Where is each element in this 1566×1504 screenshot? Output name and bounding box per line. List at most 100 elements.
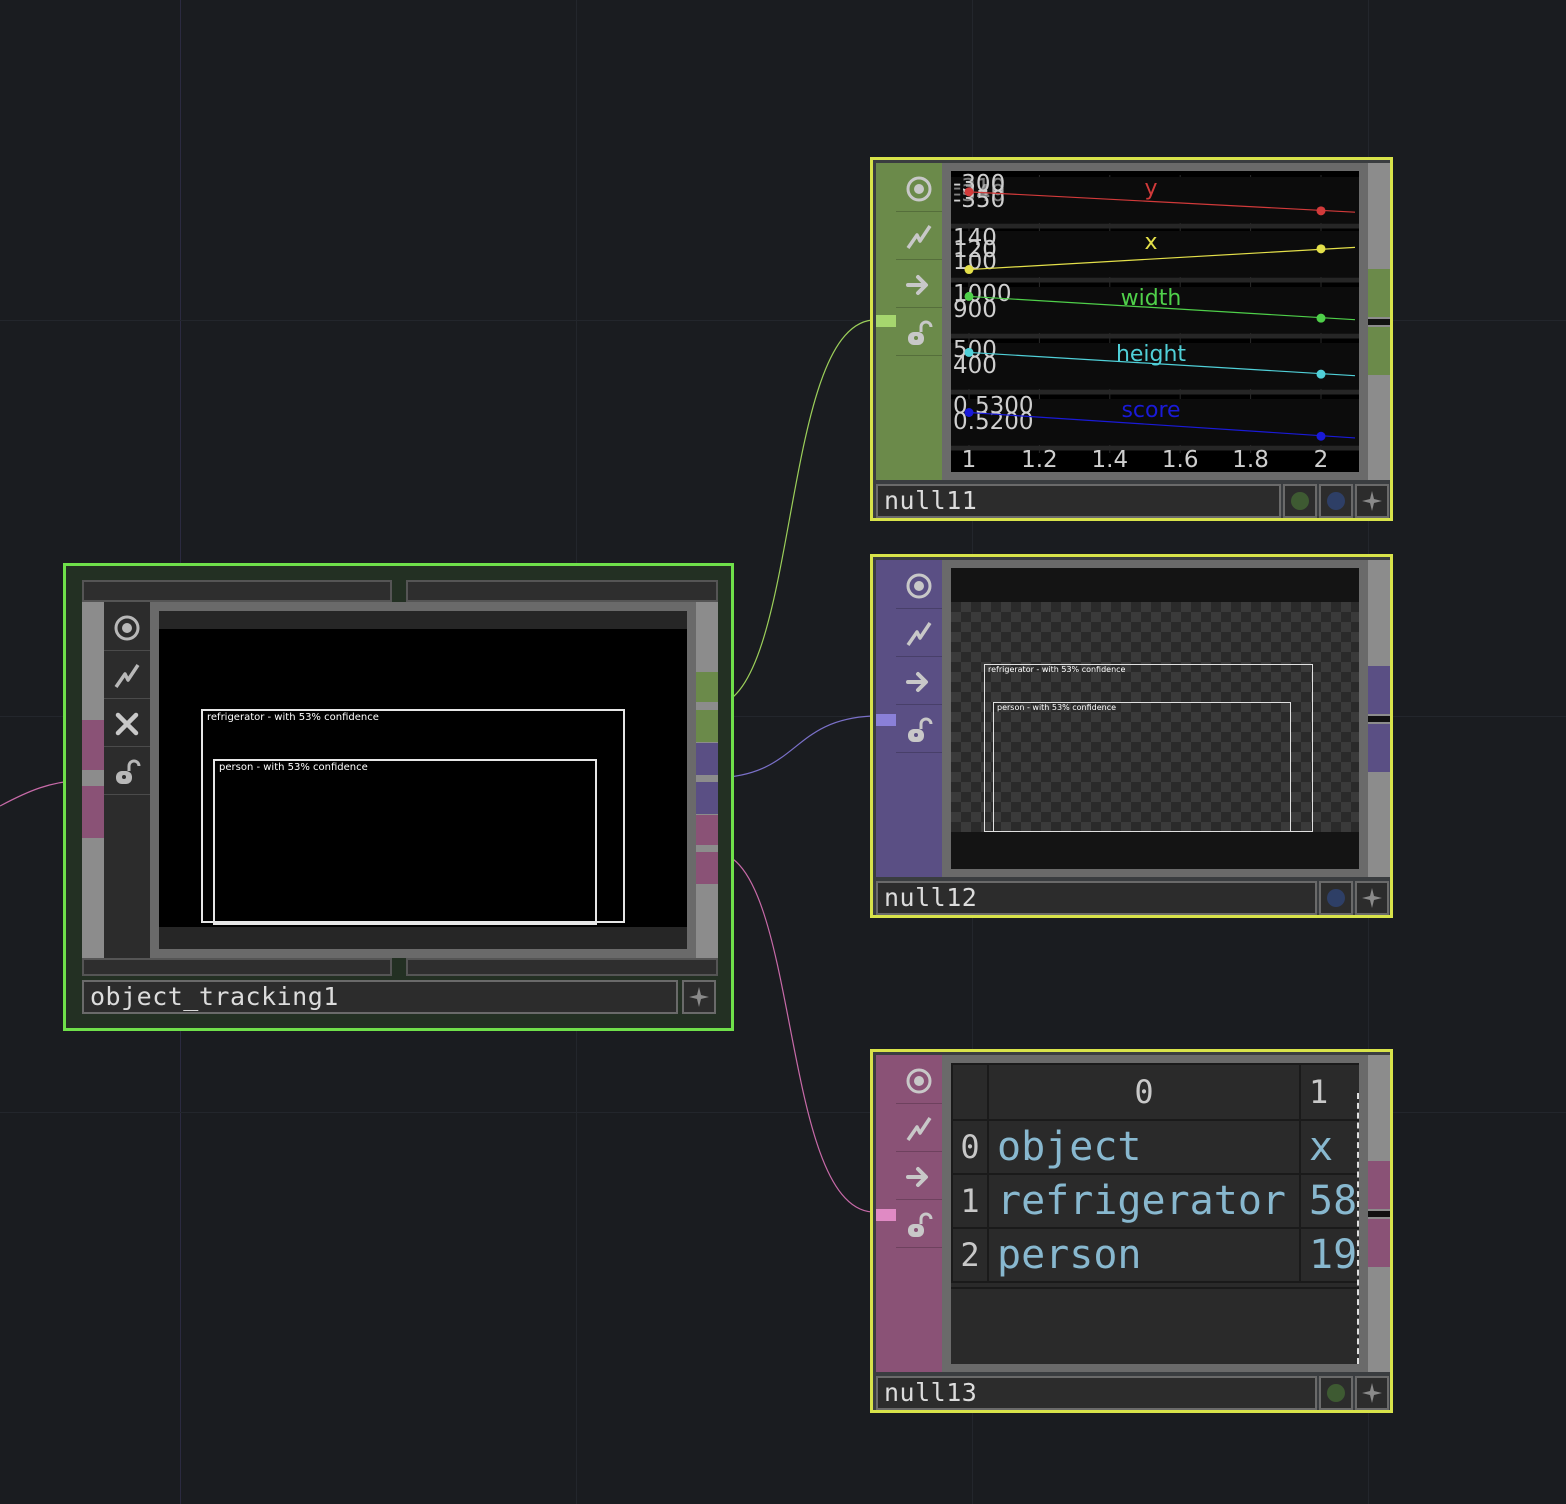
- table-cell[interactable]: person: [987, 1227, 1301, 1283]
- operator-name[interactable]: null12: [876, 881, 1317, 915]
- bypass-button[interactable]: [896, 214, 942, 260]
- operator-name[interactable]: object_tracking1: [82, 980, 678, 1014]
- viewer-top[interactable]: refrigerator - with 53% confidence perso…: [951, 568, 1359, 869]
- output-rail: [1368, 560, 1390, 877]
- output-divider: [1368, 716, 1390, 722]
- data-point: [1316, 369, 1326, 379]
- bypass-button[interactable]: [896, 611, 942, 657]
- bypass-button[interactable]: [896, 1106, 942, 1152]
- table-cell[interactable]: 19: [1299, 1227, 1359, 1283]
- input-connector[interactable]: [82, 720, 104, 770]
- viewer-toggle-button[interactable]: [896, 563, 942, 609]
- viewer-toggle-icon: [906, 1068, 932, 1093]
- wire-dat: [715, 851, 873, 1213]
- x-tick-label: 1.6: [1162, 447, 1199, 472]
- operator-null13[interactable]: 0 1 0 object x 1 refrigerator 58 2 perso…: [870, 1049, 1393, 1413]
- operator-object-tracking1[interactable]: refrigerator - with 53% confidence perso…: [63, 563, 734, 1031]
- operator-name[interactable]: null11: [876, 484, 1281, 518]
- param-bar: [82, 958, 392, 976]
- render-flag[interactable]: [1319, 484, 1353, 518]
- output-connector-chop[interactable]: [696, 710, 718, 742]
- table-corner: [951, 1063, 989, 1121]
- tool-column: [896, 163, 942, 480]
- table-header-row: 0 1: [951, 1063, 1359, 1121]
- output-connector-dat[interactable]: [696, 852, 718, 884]
- viewer-top[interactable]: refrigerator - with 53% confidence perso…: [159, 611, 687, 949]
- lock-button[interactable]: [896, 1202, 942, 1248]
- viewer-toggle-button[interactable]: [104, 605, 150, 651]
- chart-tick-label: 400: [953, 353, 997, 379]
- table-cell[interactable]: refrigerator: [987, 1173, 1301, 1229]
- tool-column: [896, 560, 942, 877]
- viewer-dat[interactable]: 0 1 0 object x 1 refrigerator 58 2 perso…: [951, 1063, 1359, 1364]
- detection-label: person - with 53% confidence: [997, 703, 1117, 712]
- transparent-frame: refrigerator - with 53% confidence perso…: [951, 602, 1359, 832]
- cook-button[interactable]: [896, 262, 942, 308]
- cook-button[interactable]: [896, 659, 942, 705]
- table-cell[interactable]: object: [987, 1119, 1301, 1175]
- viewer-toggle-button[interactable]: [896, 1058, 942, 1104]
- output-connector[interactable]: [1368, 1161, 1390, 1209]
- table-row: 1 refrigerator 58: [951, 1173, 1359, 1229]
- lock-button[interactable]: [896, 707, 942, 753]
- operator-null12[interactable]: refrigerator - with 53% confidence perso…: [870, 554, 1393, 918]
- row-index[interactable]: 1: [951, 1173, 989, 1229]
- data-point: [1316, 206, 1326, 216]
- input-connector[interactable]: [82, 786, 104, 838]
- close-button[interactable]: [104, 701, 150, 747]
- param-bar: [406, 580, 718, 602]
- chart-tick-label: 900: [953, 297, 997, 323]
- output-connector[interactable]: [1368, 666, 1390, 714]
- table-cell[interactable]: x: [1299, 1119, 1359, 1175]
- pin-icon: [1362, 888, 1382, 908]
- output-connector-chop[interactable]: [696, 672, 718, 702]
- bypass-icon: [906, 621, 932, 646]
- output-rail: [1368, 163, 1390, 480]
- close-icon: [115, 712, 139, 735]
- bypass-button[interactable]: [104, 653, 150, 699]
- input-connector[interactable]: [876, 1209, 896, 1221]
- output-connector[interactable]: [1368, 724, 1390, 772]
- display-flag[interactable]: [1319, 1376, 1353, 1410]
- pin-button[interactable]: [682, 980, 716, 1014]
- row-index[interactable]: 2: [951, 1227, 989, 1283]
- data-point: [964, 408, 974, 417]
- table-empty-area: [951, 1287, 1359, 1364]
- output-connector-dat[interactable]: [696, 815, 718, 845]
- lock-icon: [908, 717, 933, 742]
- viewer-chop[interactable]: -300 -350 -310 -340 y 140 120 100 x 1000 900 width 5…: [951, 171, 1359, 472]
- display-flag-dot: [1327, 1384, 1345, 1402]
- table-row: 2 person 19: [951, 1227, 1359, 1283]
- lock-button[interactable]: [896, 310, 942, 356]
- lock-icon: [116, 759, 141, 784]
- output-connector[interactable]: [1368, 269, 1390, 317]
- table-cell[interactable]: 58: [1299, 1173, 1359, 1229]
- output-connector[interactable]: [1368, 327, 1390, 375]
- output-connector[interactable]: [1368, 1219, 1390, 1267]
- pin-button[interactable]: [1355, 1376, 1389, 1410]
- viewer-toggle-button[interactable]: [896, 166, 942, 212]
- render-flag[interactable]: [1319, 881, 1353, 915]
- operator-null11[interactable]: -300 -350 -310 -340 y 140 120 100 x 1000 900 width 5…: [870, 157, 1393, 521]
- output-connector-top[interactable]: [696, 782, 718, 814]
- output-connector-top[interactable]: [696, 743, 718, 775]
- operator-name[interactable]: null13: [876, 1376, 1317, 1410]
- pin-button[interactable]: [1355, 484, 1389, 518]
- input-strip: [876, 163, 896, 480]
- tool-column: [104, 602, 150, 958]
- pin-button[interactable]: [1355, 881, 1389, 915]
- chart-tick-label: -340: [953, 181, 1005, 207]
- data-point: [1316, 431, 1326, 441]
- cook-button[interactable]: [896, 1154, 942, 1200]
- wire-top: [715, 715, 873, 779]
- input-connector[interactable]: [876, 315, 896, 327]
- chart-tick-label: 100: [953, 249, 997, 275]
- column-header[interactable]: 0: [987, 1063, 1301, 1121]
- cook-arrow-icon: [906, 1166, 928, 1187]
- column-header[interactable]: 1: [1299, 1063, 1359, 1121]
- bypass-icon: [906, 1116, 932, 1141]
- row-index[interactable]: 0: [951, 1119, 989, 1175]
- input-connector[interactable]: [876, 714, 896, 726]
- lock-button[interactable]: [104, 749, 150, 795]
- display-flag[interactable]: [1283, 484, 1317, 518]
